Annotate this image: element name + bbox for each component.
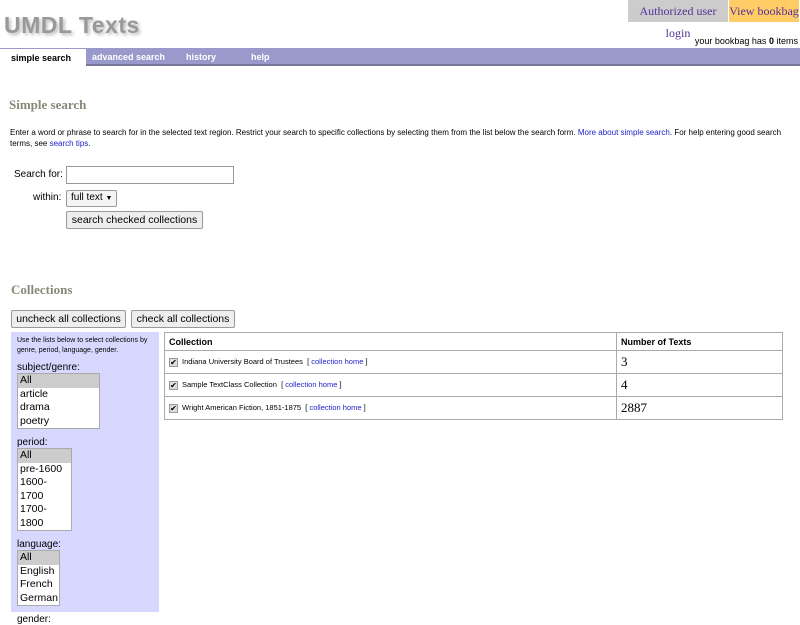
genre-label: subject/genre: [17,362,80,373]
option[interactable]: 1700-1800 [18,503,71,530]
bookbag-status: your bookbag has 0 items [694,36,798,46]
collection-home-link[interactable]: collection home [311,357,363,366]
option[interactable]: article [18,388,99,402]
search-input[interactable] [66,166,234,184]
page-title: Simple search [9,97,87,112]
sidebar-help: Use the lists below to select collection… [17,337,148,354]
tab-simple-search[interactable]: simple search [0,48,86,67]
option[interactable]: drama [18,401,99,415]
uncheck-all-button[interactable]: uncheck all collections [11,310,126,328]
option[interactable]: pre-1600 [18,463,71,477]
table-row: ✔ Indiana University Board of Trustees [ … [164,350,783,374]
option[interactable]: 1600-1700 [18,476,71,503]
filter-sidebar: Use the lists below to select collection… [11,332,159,625]
collections-table: Collection Number of Texts ✔ Indiana Unive… [164,332,783,420]
within-select[interactable]: full text ▼ [66,190,118,207]
collections-heading: Collections [11,282,73,297]
option[interactable]: All [18,551,59,565]
option[interactable]: French [18,578,59,592]
login-button[interactable]: Authorized user login [628,0,728,40]
option[interactable]: German [18,592,59,606]
intro-text: Enter a word or phrase to search for in … [10,128,782,148]
view-bookbag-button[interactable]: View bookbag [729,0,799,22]
collection-home-link[interactable]: collection home [309,403,361,412]
option[interactable]: All [18,374,99,388]
bookbag-count: 0 [768,36,774,46]
period-label: period: [17,437,48,448]
collection-home-link[interactable]: collection home [285,380,337,389]
more-about-link[interactable]: More about simple search [578,128,670,137]
site-logo: UMDL Texts [4,12,140,38]
tab-help[interactable]: help [251,48,270,66]
within-label: within: [33,192,62,203]
language-label: language: [17,539,61,550]
option[interactable]: English [18,565,59,579]
collection-checkbox[interactable]: ✔ [169,381,178,390]
collection-checkbox[interactable]: ✔ [169,404,178,413]
search-for-label: Search for: [14,169,63,180]
language-listbox[interactable]: All English French German [17,550,60,606]
check-all-button[interactable]: check all collections [131,310,235,328]
genre-listbox[interactable]: All article drama poetry [17,373,100,429]
tab-history[interactable]: history [186,48,216,66]
option[interactable]: All [18,449,71,463]
column-header: Collection [164,332,617,351]
table-row: ✔ Wright American Fiction, 1851-1875 [ co… [164,396,783,420]
search-button[interactable]: search checked collections [66,211,203,229]
search-tips-link[interactable]: search tips [50,139,89,148]
table-row: ✔ Sample TextClass Collection [ collectio… [164,373,783,397]
period-listbox[interactable]: All pre-1600 1600-1700 1700-1800 [17,448,72,531]
collection-checkbox[interactable]: ✔ [169,358,178,367]
column-header: Number of Texts [616,332,783,351]
tab-advanced-search[interactable]: advanced search [92,48,165,66]
option[interactable]: poetry [18,415,99,429]
tab-bar: simple search advanced search history he… [0,48,800,67]
gender-label: gender: [17,614,51,625]
chevron-down-icon: ▼ [105,195,113,202]
